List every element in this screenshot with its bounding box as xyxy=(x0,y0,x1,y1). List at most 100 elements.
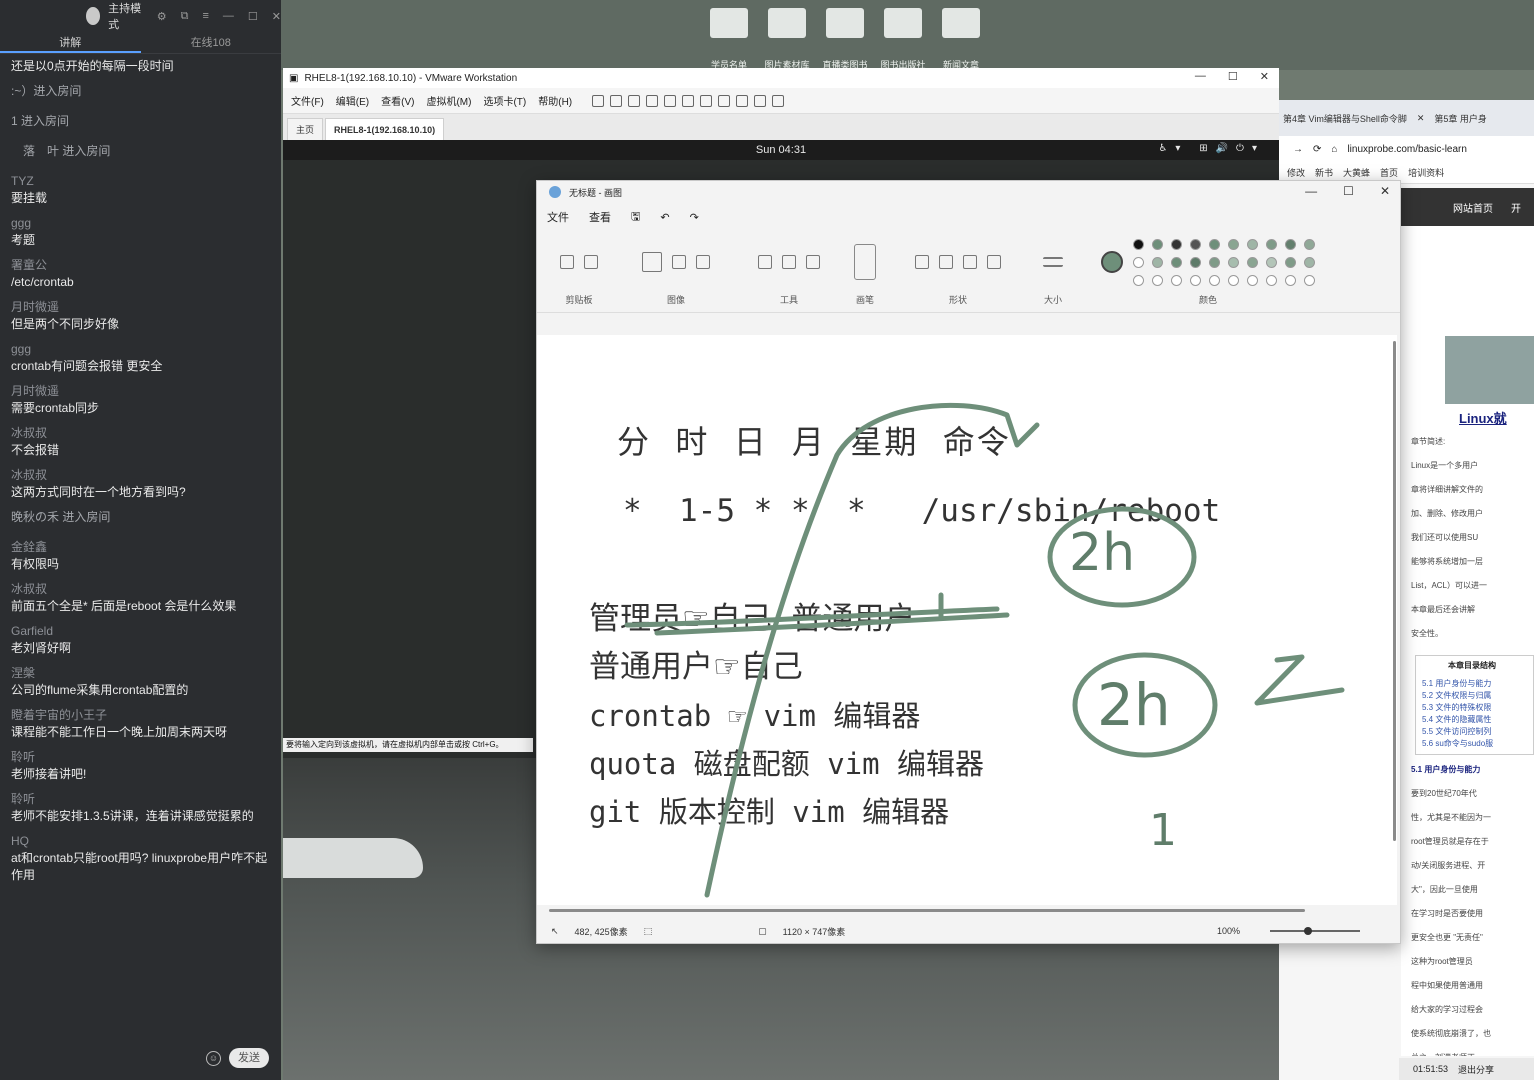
menu-help[interactable]: 帮助(H) xyxy=(538,93,572,108)
active-color-swatch[interactable] xyxy=(1100,251,1123,273)
close-icon[interactable]: ✕ xyxy=(1260,70,1269,83)
chat-username[interactable]: TYZ xyxy=(11,173,270,190)
toc-link[interactable]: 5.2 文件权限与归属 xyxy=(1422,690,1527,702)
cut-icon[interactable] xyxy=(584,255,598,269)
minimize-icon[interactable]: — xyxy=(223,10,234,22)
color-swatch[interactable] xyxy=(1284,274,1296,286)
browser-tab[interactable]: 第5章 用户身 xyxy=(1434,112,1487,125)
color-palette[interactable] xyxy=(1132,238,1316,286)
chat-username[interactable]: 聆听 xyxy=(11,791,270,808)
sidebar-toggle-icon[interactable] xyxy=(682,94,695,107)
settings-icon[interactable]: ⚙ xyxy=(157,10,167,23)
chat-username[interactable]: 聆听 xyxy=(11,749,270,766)
menu-view[interactable]: 查看(V) xyxy=(381,93,414,108)
system-tray-icons[interactable]: ♿▾ ⊞🔊⏻▾ xyxy=(1158,140,1265,157)
desktop-folder-icon[interactable]: 新闻文章 xyxy=(937,8,985,71)
color-swatch[interactable] xyxy=(1170,238,1182,250)
unity-icon[interactable] xyxy=(736,94,749,107)
back-icon[interactable]: → xyxy=(1293,144,1303,155)
color-swatch[interactable] xyxy=(1208,238,1220,250)
minimize-icon[interactable]: — xyxy=(1305,184,1317,198)
color-swatch[interactable] xyxy=(1227,238,1239,250)
paint-canvas[interactable]: 分 时 日 月 星期 命令 * 1-5 * * * /usr/sbin/rebo… xyxy=(537,335,1397,905)
send-keys-icon[interactable] xyxy=(610,94,623,107)
oval-shape-icon[interactable] xyxy=(963,255,977,269)
bookmark-item[interactable]: 修改 xyxy=(1287,166,1305,179)
color-swatch[interactable] xyxy=(1246,238,1258,250)
revert-snapshot-icon[interactable] xyxy=(646,94,659,107)
console-icon[interactable] xyxy=(754,94,767,107)
menu-vm[interactable]: 虚拟机(M) xyxy=(426,93,471,108)
vertical-scrollbar[interactable] xyxy=(1393,341,1396,841)
maximize-icon[interactable]: ☐ xyxy=(248,10,258,23)
send-button[interactable]: 发送 xyxy=(229,1048,269,1068)
thumbnail-icon[interactable] xyxy=(700,94,713,107)
url-field[interactable]: linuxprobe.com/basic-learn xyxy=(1347,144,1467,155)
color-swatch[interactable] xyxy=(1227,274,1239,286)
color-swatch[interactable] xyxy=(1132,238,1144,250)
curve-shape-icon[interactable] xyxy=(939,255,953,269)
horizontal-scrollbar[interactable] xyxy=(549,909,1305,912)
color-swatch[interactable] xyxy=(1284,238,1296,250)
redo-icon[interactable]: ↷ xyxy=(690,211,699,224)
text-icon[interactable] xyxy=(806,255,820,269)
stroke-size-icon[interactable] xyxy=(1043,257,1063,267)
color-swatch[interactable] xyxy=(1208,274,1220,286)
color-swatch[interactable] xyxy=(1151,238,1163,250)
color-swatch[interactable] xyxy=(1170,274,1182,286)
zoom-slider-knob[interactable] xyxy=(1304,927,1312,935)
chat-username[interactable]: 署童公 xyxy=(11,257,270,274)
chat-username[interactable]: 冰叔叔 xyxy=(11,425,270,442)
tab-discussion[interactable]: 讲解 xyxy=(0,32,141,53)
color-swatch[interactable] xyxy=(1303,274,1315,286)
color-swatch[interactable] xyxy=(1246,256,1258,268)
bookmark-item[interactable]: 大黄蜂 xyxy=(1343,166,1370,179)
bookmark-item[interactable]: 新书 xyxy=(1315,166,1333,179)
color-swatch[interactable] xyxy=(1265,256,1277,268)
color-swatch[interactable] xyxy=(1189,256,1201,268)
brush-icon[interactable] xyxy=(854,244,876,280)
chat-username[interactable]: HQ xyxy=(11,833,270,850)
rotate-icon[interactable] xyxy=(696,255,710,269)
fill-icon[interactable] xyxy=(782,255,796,269)
gnome-clock[interactable]: Sun 04:31 xyxy=(756,144,806,156)
browser-tab[interactable]: 第4章 Vim编辑器与Shell命令脚 xyxy=(1283,112,1407,125)
color-swatch[interactable] xyxy=(1303,256,1315,268)
desktop-folder-icon[interactable]: 图书出版社 xyxy=(879,8,927,71)
chat-username[interactable]: 冰叔叔 xyxy=(11,467,270,484)
nav-link[interactable]: 开 xyxy=(1511,200,1521,215)
toc-link[interactable]: 5.5 文件访问控制列 xyxy=(1422,726,1527,738)
chat-username[interactable]: 瞪着宇宙的小王子 xyxy=(11,707,270,724)
crop-icon[interactable] xyxy=(672,255,686,269)
menu-edit[interactable]: 编辑(E) xyxy=(336,93,369,108)
color-swatch[interactable] xyxy=(1303,238,1315,250)
color-swatch[interactable] xyxy=(1284,256,1296,268)
rectangle-shape-icon[interactable] xyxy=(987,255,1001,269)
menu-tabs[interactable]: 选项卡(T) xyxy=(483,93,526,108)
chat-username[interactable]: 月时微遥 xyxy=(11,383,270,400)
toc-link[interactable]: 5.4 文件的隐藏属性 xyxy=(1422,714,1527,726)
snapshot-manager-icon[interactable] xyxy=(664,94,677,107)
emoji-icon[interactable]: ☺ xyxy=(206,1050,221,1066)
toc-link[interactable]: 5.1 用户身份与能力 xyxy=(1422,678,1527,690)
color-swatch[interactable] xyxy=(1227,256,1239,268)
reload-icon[interactable]: ⟳ xyxy=(1313,144,1321,155)
close-icon[interactable]: ✕ xyxy=(272,10,281,23)
chat-username[interactable]: ggg xyxy=(11,341,270,358)
save-icon[interactable]: 🖫 xyxy=(631,208,640,227)
color-swatch[interactable] xyxy=(1208,256,1220,268)
nav-home-link[interactable]: 网站首页 xyxy=(1453,200,1493,215)
toc-link[interactable]: 5.3 文件的特殊权限 xyxy=(1422,702,1527,714)
popout-icon[interactable]: ⧉ xyxy=(181,10,189,23)
color-swatch[interactable] xyxy=(1132,274,1144,286)
snapshot-icon[interactable] xyxy=(628,94,641,107)
menu-view[interactable]: 查看 xyxy=(589,209,611,225)
minimize-icon[interactable]: — xyxy=(1195,70,1206,83)
tab-online[interactable]: 在线108 xyxy=(141,32,282,53)
fullscreen-icon[interactable] xyxy=(718,94,731,107)
desktop-folder-icon[interactable]: 学员名单 xyxy=(705,8,753,71)
stretch-icon[interactable] xyxy=(772,94,785,107)
desktop-folder-icon[interactable]: 直播类图书 xyxy=(821,8,869,71)
pencil-icon[interactable] xyxy=(758,255,772,269)
tab-vm[interactable]: RHEL8-1(192.168.10.10) xyxy=(325,118,445,140)
